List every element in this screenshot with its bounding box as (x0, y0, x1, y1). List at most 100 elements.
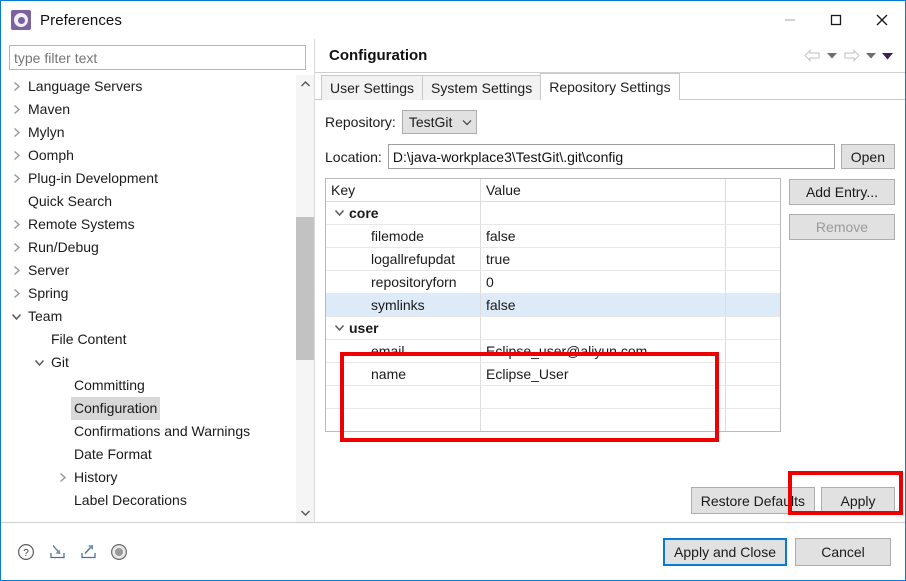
configuration-table-area: Key Value core filemode false logallrefupda… (325, 178, 895, 432)
sidebar-item-mylyn[interactable]: Mylyn (2, 121, 295, 144)
import-icon[interactable] (46, 541, 68, 563)
cell-extra (726, 363, 780, 385)
chevron-down-icon[interactable] (8, 305, 25, 328)
table-row[interactable]: filemode false (326, 225, 780, 248)
sidebar-item-file-content[interactable]: File Content (2, 328, 295, 351)
table-side-buttons: Add Entry... Remove (789, 178, 895, 240)
repository-select[interactable]: TestGit (401, 110, 478, 134)
chevron-right-icon[interactable] (8, 236, 25, 259)
chevron-right-icon[interactable] (8, 167, 25, 190)
gear-icon (11, 10, 31, 30)
sidebar-item-git[interactable]: Git (2, 351, 295, 374)
help-icon[interactable]: ? (15, 541, 37, 563)
cell-key: symlinks (326, 294, 481, 316)
sidebar-item-language-servers[interactable]: Language Servers (2, 75, 295, 98)
svg-text:?: ? (23, 548, 29, 559)
location-input[interactable] (387, 144, 835, 169)
sidebar-item-label: Team (28, 308, 63, 324)
tab-system-settings[interactable]: System Settings (422, 75, 542, 100)
sidebar-item-run-debug[interactable]: Run/Debug (2, 236, 295, 259)
chevron-right-icon[interactable] (8, 282, 25, 305)
column-header-value[interactable]: Value (481, 179, 726, 201)
add-entry-button[interactable]: Add Entry... (789, 179, 895, 205)
sidebar-item-date-format[interactable]: Date Format (2, 443, 295, 466)
preferences-window: Preferences Language Servers Maven Mylyn Oo… (0, 0, 906, 581)
sidebar-item-maven[interactable]: Maven (2, 98, 295, 121)
record-icon[interactable] (108, 541, 130, 563)
table-row[interactable]: symlinks false (326, 294, 780, 317)
restore-defaults-button[interactable]: Restore Defaults (690, 487, 815, 514)
scroll-up-button[interactable] (296, 75, 314, 93)
sidebar-item-quick-search[interactable]: Quick Search (2, 190, 295, 213)
table-section-row[interactable]: user (326, 317, 780, 340)
sidebar-item-server[interactable]: Server (2, 259, 295, 282)
scrollbar-thumb[interactable] (296, 217, 314, 360)
sidebar-item-confirmations-and-warnings[interactable]: Confirmations and Warnings (2, 420, 295, 443)
dialog-footer: ? Apply and Close Cancel (1, 522, 905, 580)
open-button[interactable]: Open (840, 144, 895, 169)
column-header-extra[interactable] (726, 179, 780, 201)
sidebar-item-committing[interactable]: Committing (2, 374, 295, 397)
export-icon[interactable] (77, 541, 99, 563)
tab-user-settings[interactable]: User Settings (321, 75, 424, 100)
table-row (326, 409, 780, 431)
sidebar-item-oomph[interactable]: Oomph (2, 144, 295, 167)
sidebar-item-team[interactable]: Team (2, 305, 295, 328)
chevron-right-icon[interactable] (8, 213, 25, 236)
cell-extra (726, 340, 780, 362)
sidebar-item-history[interactable]: History (2, 466, 295, 489)
cell-extra (726, 386, 780, 408)
sidebar-item-label-decorations[interactable]: Label Decorations (2, 489, 295, 512)
minimize-icon[interactable] (767, 1, 813, 39)
remove-button: Remove (789, 214, 895, 240)
sidebar-item-remote-systems[interactable]: Remote Systems (2, 213, 295, 236)
chevron-right-icon[interactable] (8, 121, 25, 144)
table-row[interactable]: repositoryforn 0 (326, 271, 780, 294)
chevron-right-icon[interactable] (8, 144, 25, 167)
apply-and-close-button[interactable]: Apply and Close (663, 537, 787, 566)
chevron-right-icon[interactable] (8, 75, 25, 98)
view-menu-caret-down-icon[interactable] (880, 45, 895, 67)
sidebar-item-label: Spring (28, 285, 69, 301)
forward-history-caret-down-icon[interactable] (863, 45, 878, 67)
arrow-left-icon[interactable] (802, 45, 822, 67)
settings-tabs[interactable]: User Settings System Settings Repository S… (315, 73, 905, 100)
chevron-right-icon[interactable] (8, 98, 25, 121)
section-label: core (349, 205, 379, 221)
sidebar-item-configuration[interactable]: Configuration (2, 397, 295, 420)
search-input[interactable] (9, 45, 306, 70)
chevron-down-icon[interactable] (331, 323, 347, 333)
tab-repository-settings[interactable]: Repository Settings (540, 73, 680, 100)
chevron-down-icon[interactable] (31, 351, 48, 374)
sidebar-item-plug-in-development[interactable]: Plug-in Development (2, 167, 295, 190)
table-row[interactable]: logallrefupdat true (326, 248, 780, 271)
preferences-tree[interactable]: Language Servers Maven Mylyn Oomph Plug-in D… (2, 75, 295, 522)
sidebar-item-spring[interactable]: Spring (2, 282, 295, 305)
cell-value: false (481, 225, 726, 247)
chevron-down-icon[interactable] (331, 208, 347, 218)
column-header-key[interactable]: Key (326, 179, 481, 201)
table-row[interactable]: email Eclipse_user@aliyun.com (326, 340, 780, 363)
back-history-caret-down-icon[interactable] (824, 45, 839, 67)
chevron-right-icon[interactable] (54, 466, 71, 489)
arrow-right-icon[interactable] (841, 45, 861, 67)
table-header-row: Key Value (326, 179, 780, 202)
close-icon[interactable] (859, 1, 905, 39)
cell-extra (726, 248, 780, 270)
scroll-down-button[interactable] (296, 504, 314, 522)
tree-scrollbar[interactable] (295, 75, 314, 522)
cell-value: Eclipse_User (481, 363, 726, 385)
repository-label: Repository: (325, 114, 396, 130)
maximize-icon[interactable] (813, 1, 859, 39)
chevron-right-icon[interactable] (8, 259, 25, 282)
cancel-button[interactable]: Cancel (795, 537, 891, 566)
table-row[interactable]: name Eclipse_User (326, 363, 780, 386)
cell-key: user (326, 317, 481, 339)
page-title: Configuration (329, 47, 428, 64)
apply-button[interactable]: Apply (821, 487, 895, 514)
table-section-row[interactable]: core (326, 202, 780, 225)
sidebar: Language Servers Maven Mylyn Oomph Plug-in D… (1, 39, 314, 522)
configuration-table[interactable]: Key Value core filemode false logallrefupda… (325, 178, 781, 432)
